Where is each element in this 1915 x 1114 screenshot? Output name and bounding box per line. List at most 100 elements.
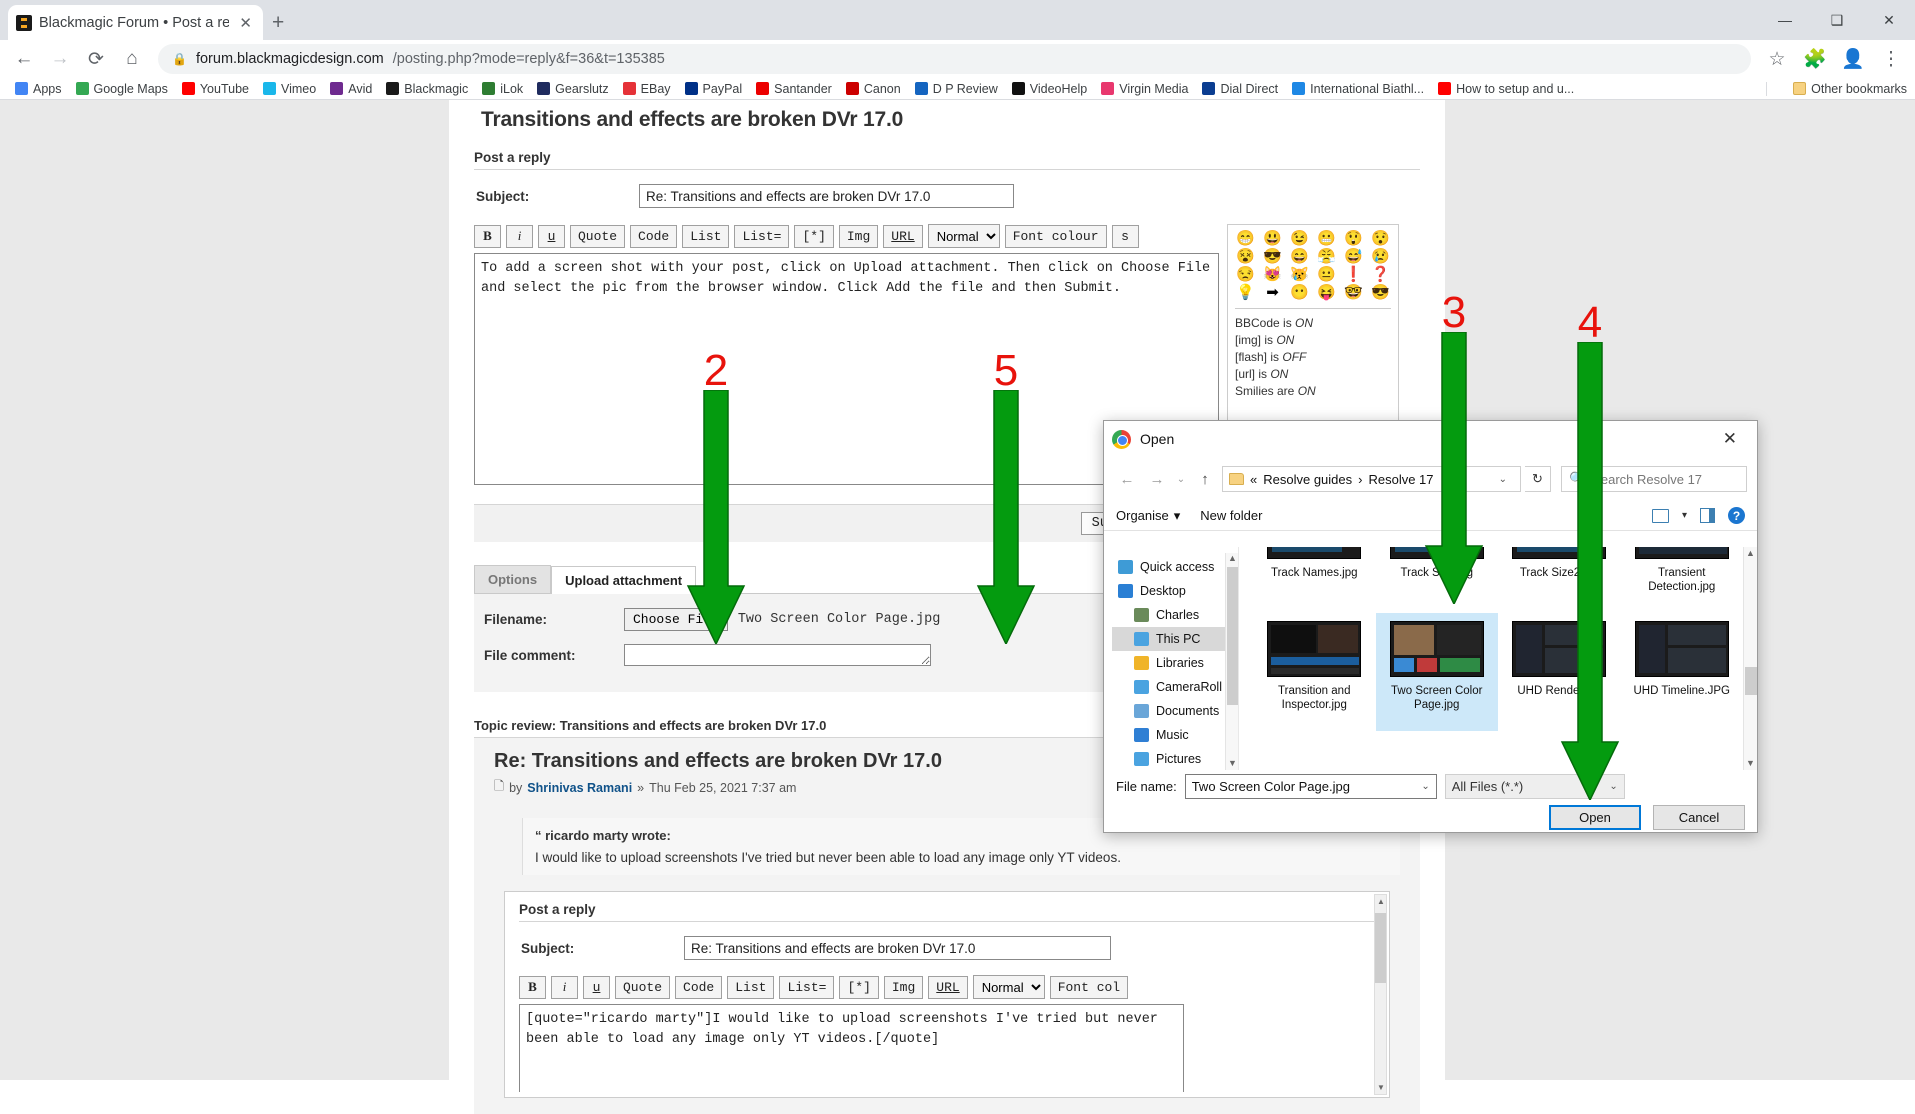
smilie-15[interactable]: 😐 bbox=[1314, 267, 1339, 282]
scroll-down-icon[interactable]: ▼ bbox=[1377, 1083, 1385, 1092]
file-item-transition-and-inspector-jpg[interactable]: Transition and Inspector.jpg bbox=[1253, 613, 1376, 731]
sidebar-scrollbar[interactable]: ▲ ▼ bbox=[1225, 553, 1238, 770]
dialog-close-icon[interactable]: ✕ bbox=[1711, 425, 1749, 453]
bbcode-button-list[interactable]: List bbox=[727, 975, 775, 999]
file-item-two-screen-color-page-jpg[interactable]: Two Screen Color Page.jpg bbox=[1375, 613, 1498, 731]
smilie-1[interactable]: 😃 bbox=[1260, 231, 1285, 246]
reload-icon[interactable]: ⟳ bbox=[78, 44, 114, 74]
smilie-0[interactable]: 😁 bbox=[1233, 231, 1258, 246]
help-icon[interactable]: ? bbox=[1728, 507, 1745, 524]
smilie-12[interactable]: 😒 bbox=[1233, 267, 1258, 282]
file-item-transient-detection-jpg[interactable]: Transient Detection.jpg bbox=[1621, 547, 1744, 613]
bbcode-button-url[interactable]: URL bbox=[883, 224, 923, 248]
smilie-19[interactable]: ➡ bbox=[1260, 285, 1285, 300]
scroll-down-icon[interactable]: ▼ bbox=[1228, 758, 1237, 768]
sidebar-item-documents[interactable]: Documents bbox=[1112, 699, 1238, 723]
font-colour-button[interactable]: Font colour bbox=[1004, 224, 1107, 248]
scroll-up-icon[interactable]: ▲ bbox=[1377, 897, 1385, 906]
bookmark-13[interactable]: VideoHelp bbox=[1005, 82, 1094, 96]
smilie-18[interactable]: 💡 bbox=[1233, 285, 1258, 300]
smilie-11[interactable]: 😢 bbox=[1368, 249, 1393, 264]
bbcode-button-[interactable]: [*] bbox=[839, 975, 879, 999]
sidebar-item-music[interactable]: Music bbox=[1112, 723, 1238, 747]
bbcode-button-list[interactable]: List= bbox=[734, 224, 790, 248]
bookmark-3[interactable]: Vimeo bbox=[256, 82, 323, 96]
chevron-down-icon[interactable]: ▾ bbox=[1682, 510, 1687, 521]
smilie-14[interactable]: 😿 bbox=[1287, 267, 1312, 282]
inner-scrollbar[interactable]: ▲ ▼ bbox=[1374, 894, 1387, 1095]
address-bar[interactable]: 🔒 forum.blackmagicdesign.com/posting.php… bbox=[158, 44, 1751, 74]
bookmark-0[interactable]: Apps bbox=[8, 82, 69, 96]
bbcode-button-b[interactable]: B bbox=[474, 224, 501, 248]
bookmark-14[interactable]: Virgin Media bbox=[1094, 82, 1195, 96]
bookmark-8[interactable]: EBay bbox=[616, 82, 678, 96]
post-author[interactable]: Shrinivas Ramani bbox=[527, 781, 632, 795]
smilie-10[interactable]: 😅 bbox=[1341, 249, 1366, 264]
bookmark-1[interactable]: Google Maps bbox=[69, 82, 175, 96]
smilie-3[interactable]: 😬 bbox=[1314, 231, 1339, 246]
font-size-select[interactable]: Normal bbox=[972, 975, 1045, 999]
scrollbar-thumb[interactable] bbox=[1745, 667, 1757, 695]
scroll-down-icon[interactable]: ▼ bbox=[1746, 758, 1755, 768]
bbcode-button-list[interactable]: List bbox=[682, 224, 730, 248]
forward-icon[interactable]: → bbox=[42, 44, 78, 74]
bbcode-button-i[interactable]: i bbox=[551, 975, 578, 999]
smilie-6[interactable]: 😵 bbox=[1233, 249, 1258, 264]
bookmark-9[interactable]: PayPal bbox=[678, 82, 750, 96]
sidebar-item-pictures[interactable]: Pictures bbox=[1112, 747, 1238, 771]
organise-button[interactable]: Organise ▾ bbox=[1116, 508, 1180, 524]
strike-button[interactable]: s bbox=[1111, 224, 1139, 248]
chevron-down-icon[interactable]: ⌄ bbox=[1421, 781, 1429, 792]
back-icon[interactable]: ← bbox=[6, 44, 42, 74]
tab-upload-attachment[interactable]: Upload attachment bbox=[551, 566, 697, 594]
smilie-8[interactable]: 😄 bbox=[1287, 249, 1312, 264]
smilie-22[interactable]: 🤓 bbox=[1341, 285, 1366, 300]
smilie-5[interactable]: 😯 bbox=[1368, 231, 1393, 246]
home-icon[interactable]: ⌂ bbox=[114, 44, 150, 74]
scrollbar-thumb[interactable] bbox=[1227, 567, 1238, 705]
dialog-forward-icon[interactable]: → bbox=[1144, 466, 1170, 492]
smilie-9[interactable]: 😤 bbox=[1314, 249, 1339, 264]
smilie-13[interactable]: 😻 bbox=[1260, 267, 1285, 282]
subject-input[interactable] bbox=[639, 184, 1014, 208]
bbcode-button-u[interactable]: u bbox=[583, 975, 610, 999]
chevron-down-icon[interactable]: ⌄ bbox=[1492, 474, 1514, 485]
recent-locations-icon[interactable]: ⌄ bbox=[1174, 466, 1188, 492]
dialog-back-icon[interactable]: ← bbox=[1114, 466, 1140, 492]
bbcode-button-img[interactable]: Img bbox=[883, 975, 924, 999]
new-tab-button[interactable]: + bbox=[272, 12, 284, 33]
minimize-icon[interactable]: — bbox=[1759, 0, 1811, 40]
bbcode-button-i[interactable]: i bbox=[506, 224, 533, 248]
bookmark-17[interactable]: How to setup and u... bbox=[1431, 82, 1581, 96]
inner-message-textarea[interactable] bbox=[519, 1004, 1184, 1092]
up-one-level-icon[interactable]: ↑ bbox=[1192, 466, 1218, 492]
smilie-20[interactable]: 😶 bbox=[1287, 285, 1312, 300]
bbcode-button-u[interactable]: u bbox=[538, 224, 565, 248]
extensions-icon[interactable]: 🧩 bbox=[1797, 44, 1833, 74]
bbcode-button-b[interactable]: B bbox=[519, 975, 546, 999]
file-list-scrollbar[interactable]: ▲ ▼ bbox=[1743, 547, 1757, 770]
bookmark-11[interactable]: Canon bbox=[839, 82, 908, 96]
font-colour-button[interactable]: Font col bbox=[1049, 975, 1129, 999]
bbcode-button-list[interactable]: List= bbox=[779, 975, 835, 999]
preview-pane-icon[interactable] bbox=[1700, 508, 1715, 523]
bookmark-4[interactable]: Avid bbox=[323, 82, 379, 96]
profile-icon[interactable]: 👤 bbox=[1835, 44, 1871, 74]
bbcode-button-quote[interactable]: Quote bbox=[570, 224, 626, 248]
sidebar-item-quick-access[interactable]: Quick access bbox=[1112, 555, 1238, 579]
bookmark-star-icon[interactable]: ☆ bbox=[1759, 44, 1795, 74]
smilie-23[interactable]: 😎 bbox=[1368, 285, 1393, 300]
open-button[interactable]: Open bbox=[1549, 805, 1641, 830]
bookmark-7[interactable]: Gearslutz bbox=[530, 82, 616, 96]
scroll-up-icon[interactable]: ▲ bbox=[1746, 548, 1755, 558]
tab-options[interactable]: Options bbox=[474, 565, 552, 593]
bbcode-button-img[interactable]: Img bbox=[838, 224, 879, 248]
smilie-17[interactable]: ❓ bbox=[1368, 267, 1393, 282]
chrome-menu-icon[interactable]: ⋮ bbox=[1873, 44, 1909, 74]
sidebar-item-charles[interactable]: Charles bbox=[1112, 603, 1238, 627]
refresh-icon[interactable]: ↻ bbox=[1525, 466, 1551, 492]
smilie-21[interactable]: 😝 bbox=[1314, 285, 1339, 300]
file-item-track-names-jpg[interactable]: Track Names.jpg bbox=[1253, 547, 1376, 613]
smilie-2[interactable]: 😉 bbox=[1287, 231, 1312, 246]
inner-subject-input[interactable] bbox=[684, 936, 1111, 960]
